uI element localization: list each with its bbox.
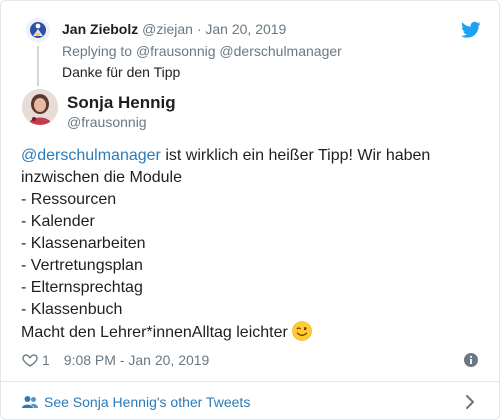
reply-mention-derschulmanager[interactable]: @derschulmanager: [219, 43, 341, 59]
mention-derschulmanager[interactable]: @derschulmanager: [21, 147, 161, 164]
parent-author-name[interactable]: Jan Ziebolz: [62, 21, 138, 37]
reply-mention-frausonnig[interactable]: @frausonnig: [136, 43, 216, 59]
parent-header: Jan Ziebolz @ziejan · Jan 20, 2019: [62, 20, 286, 38]
parent-avatar[interactable]: [26, 18, 50, 42]
twitter-bird-icon[interactable]: [461, 21, 481, 39]
module-item: - Klassenarbeiten: [21, 235, 146, 252]
tweet-timestamp[interactable]: 9:08 PM - Jan 20, 2019: [64, 351, 210, 369]
module-item: - Klassenbuch: [21, 301, 123, 318]
module-item: - Elternsprechtag: [21, 279, 143, 296]
parent-tweet[interactable]: Jan Ziebolz @ziejan · Jan 20, 2019 Reply…: [1, 1, 499, 87]
chevron-right-icon[interactable]: [465, 395, 475, 409]
main-author-handle[interactable]: @frausonnig: [67, 113, 147, 131]
tweet-line-1: @derschulmanager ist wirklich ein heißer…: [21, 145, 481, 167]
main-author-name[interactable]: Sonja Hennig: [67, 93, 176, 113]
replying-to-label: Replying to: [62, 43, 133, 59]
module-item: - Kalender: [21, 213, 95, 230]
embedded-tweet-card: Jan Ziebolz @ziejan · Jan 20, 2019 Reply…: [0, 0, 500, 420]
main-tweet-text: @derschulmanager ist wirklich ein heißer…: [21, 145, 481, 344]
tweet-line-1-text: ist wirklich ein heißer Tipp! Wir haben: [160, 147, 431, 164]
heart-icon[interactable]: [22, 352, 38, 368]
people-icon: [22, 396, 38, 408]
winking-face-icon: [292, 321, 312, 341]
tweet-closing-line: Macht den Lehrer*innenAlltag leichter: [21, 321, 481, 344]
info-icon[interactable]: [464, 353, 478, 367]
parent-date[interactable]: Jan 20, 2019: [205, 21, 286, 37]
parent-tweet-text: Danke für den Tipp: [62, 64, 181, 80]
main-author-avatar[interactable]: [22, 89, 58, 125]
separator-dot: ·: [196, 21, 202, 37]
replying-to-line: Replying to @frausonnig @derschulmanager: [62, 42, 342, 60]
closing-text: Macht den Lehrer*innenAlltag leichter: [21, 324, 288, 341]
see-other-tweets-label[interactable]: See Sonja Hennig's other Tweets: [44, 393, 250, 411]
parent-author-handle[interactable]: @ziejan: [142, 21, 193, 37]
thread-connector-line: [37, 46, 39, 86]
module-item: - Ressourcen: [21, 191, 117, 208]
footer-divider: [1, 381, 499, 382]
module-item: - Vertretungsplan: [21, 257, 143, 274]
tweet-meta-row: 1 9:08 PM - Jan 20, 2019: [22, 351, 209, 369]
tweet-line-2: inzwischen die Module: [21, 169, 182, 186]
like-count[interactable]: 1: [42, 351, 50, 369]
see-other-tweets-link[interactable]: See Sonja Hennig's other Tweets: [22, 393, 250, 411]
